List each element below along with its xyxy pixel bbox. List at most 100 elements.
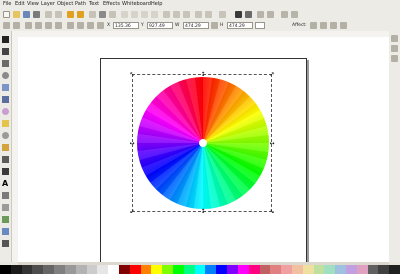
scale-handle-top[interactable]: ↕ (200, 72, 206, 78)
palette-swatch[interactable] (32, 265, 44, 274)
export-icon[interactable] (55, 11, 62, 18)
scale-handle-right[interactable]: ↔ (269, 141, 275, 147)
affect-pattern-icon[interactable] (340, 22, 347, 29)
palette-swatch[interactable] (183, 265, 195, 274)
raise-to-top-icon[interactable] (67, 22, 74, 29)
ungroup-icon[interactable] (205, 11, 212, 18)
units-select[interactable] (255, 22, 265, 29)
zoom-width-icon[interactable] (151, 11, 158, 18)
unlink-clone-icon[interactable] (183, 11, 190, 18)
dropper-icon[interactable] (2, 240, 9, 247)
text-font-icon[interactable] (235, 11, 242, 18)
menu-view[interactable]: View (27, 1, 39, 8)
select-arrow-icon[interactable] (2, 36, 9, 43)
lower-to-bottom-icon[interactable] (97, 22, 104, 29)
palette-swatch[interactable] (97, 265, 109, 274)
ellipse-icon[interactable] (2, 108, 9, 115)
menu-effects[interactable]: Effects (103, 1, 120, 8)
bucket-fill-icon[interactable] (2, 216, 9, 223)
rotate-ccw-icon[interactable] (25, 22, 32, 29)
menu-whiteboard[interactable]: Whiteboard (122, 1, 151, 8)
snap-bbox-icon[interactable] (391, 45, 398, 52)
flip-vertical-icon[interactable] (55, 22, 62, 29)
palette-swatch[interactable] (259, 265, 271, 274)
scale-handle-top-left[interactable]: ↖ (129, 72, 135, 78)
palette-swatch[interactable] (140, 265, 152, 274)
select-all-icon[interactable] (3, 22, 10, 29)
print-icon[interactable] (33, 11, 40, 18)
node-edit-icon[interactable] (2, 48, 9, 55)
palette-swatch[interactable] (227, 265, 238, 274)
palette-swatch[interactable] (194, 265, 206, 274)
flip-horizontal-icon[interactable] (45, 22, 52, 29)
scale-handle-left[interactable]: ↔ (129, 141, 135, 147)
zoom-selection-icon[interactable] (121, 11, 128, 18)
fill-stroke-icon[interactable] (219, 11, 226, 18)
palette-swatch[interactable] (356, 265, 368, 274)
gradient-icon[interactable] (2, 228, 9, 235)
rectangle-icon[interactable] (2, 84, 9, 91)
y-field[interactable]: 927.49 (147, 22, 173, 29)
new-document-icon[interactable] (3, 11, 10, 18)
scale-handle-bottom-left[interactable]: ↙ (129, 209, 135, 215)
pencil-icon[interactable] (2, 144, 9, 151)
menu-object[interactable]: Object (57, 1, 73, 8)
calligraphy-icon[interactable] (2, 168, 9, 175)
align-distribute-icon[interactable] (257, 11, 264, 18)
palette-swatch[interactable] (86, 265, 98, 274)
palette-swatch[interactable] (0, 265, 11, 274)
snap-toggle-icon[interactable] (391, 35, 398, 42)
palette-swatch[interactable] (21, 265, 33, 274)
group-icon[interactable] (195, 11, 202, 18)
document-properties-icon[interactable] (281, 11, 288, 18)
palette-swatch[interactable] (324, 265, 336, 274)
undo-icon[interactable] (67, 11, 74, 18)
preferences-icon[interactable] (291, 11, 298, 18)
lower-icon[interactable] (87, 22, 94, 29)
h-field[interactable]: 474.29 (227, 22, 253, 29)
menu-help[interactable]: Help (151, 1, 162, 8)
x-field[interactable]: 135.36 (113, 22, 139, 29)
palette-swatch[interactable] (10, 265, 22, 274)
palette-swatch[interactable] (162, 265, 173, 274)
w-field[interactable]: 474.29 (183, 22, 209, 29)
palette-swatch[interactable] (64, 265, 76, 274)
zoom-icon[interactable] (2, 72, 9, 79)
save-icon[interactable] (23, 11, 30, 18)
scale-handle-top-right[interactable]: ↗ (269, 72, 275, 78)
scale-handle-bottom-right[interactable]: ↘ (269, 209, 275, 215)
palette-swatch[interactable] (313, 265, 325, 274)
palette-swatch[interactable] (346, 265, 357, 274)
xml-editor-icon[interactable] (245, 11, 252, 18)
spray-icon[interactable] (2, 192, 9, 199)
palette-swatch[interactable] (291, 265, 303, 274)
3d-box-icon[interactable] (2, 96, 9, 103)
palette-swatch[interactable] (43, 265, 55, 274)
palette-swatch[interactable] (270, 265, 282, 274)
palette-swatch[interactable] (281, 265, 292, 274)
star-icon[interactable] (2, 120, 9, 127)
menu-edit[interactable]: Edit (15, 1, 25, 8)
palette-swatch[interactable] (335, 265, 346, 274)
transform-icon[interactable] (267, 11, 274, 18)
scale-handle-bottom[interactable]: ↕ (200, 209, 206, 215)
palette-swatch[interactable] (389, 265, 400, 274)
menu-layer[interactable]: Layer (41, 1, 55, 8)
palette-swatch[interactable] (302, 265, 314, 274)
palette-swatch[interactable] (248, 265, 260, 274)
select-all-layers-icon[interactable] (13, 22, 20, 29)
pen-icon[interactable] (2, 156, 9, 163)
open-folder-icon[interactable] (13, 11, 20, 18)
menu-file[interactable]: File (3, 1, 11, 8)
spiral-icon[interactable] (2, 132, 9, 139)
raise-icon[interactable] (77, 22, 84, 29)
lock-ratio-icon[interactable] (211, 22, 218, 29)
zoom-drawing-icon[interactable] (131, 11, 138, 18)
palette-swatch[interactable] (118, 265, 130, 274)
palette-swatch[interactable] (173, 265, 184, 274)
palette-swatch[interactable] (367, 265, 379, 274)
palette-swatch[interactable] (54, 265, 65, 274)
palette-swatch[interactable] (237, 265, 249, 274)
rotate-cw-icon[interactable] (35, 22, 42, 29)
palette-swatch[interactable] (216, 265, 228, 274)
